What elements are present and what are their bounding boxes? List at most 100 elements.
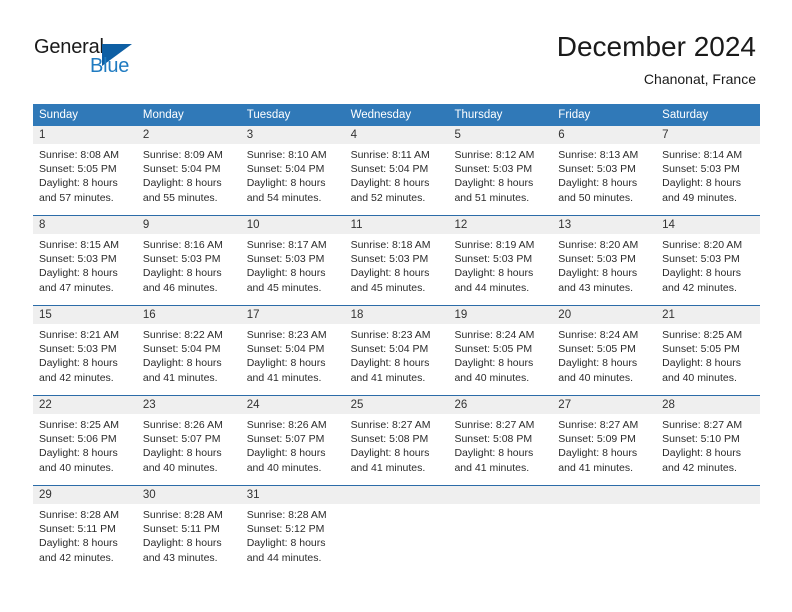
sunset-text: Sunset: 5:11 PM (142, 523, 220, 536)
sunrise-text: Sunrise: 8:19 AM (454, 239, 535, 251)
day-cell[interactable]: Sunrise: 8:23 AM Sunset: 5:04 PM Daylight:… (241, 324, 345, 395)
sunset-text: Sunset: 5:11 PM (39, 523, 116, 536)
day-number[interactable]: 12 (448, 216, 552, 234)
daylight-text-line2: and 57 minutes. (39, 191, 114, 204)
day-cell[interactable]: Sunrise: 8:28 AM Sunset: 5:11 PM Daylight:… (137, 504, 241, 575)
day-number[interactable]: 17 (241, 306, 345, 324)
daylight-text-line1: Daylight: 8 hours (39, 357, 118, 370)
day-number[interactable]: 14 (656, 216, 760, 234)
day-cell[interactable]: Sunrise: 8:20 AM Sunset: 5:03 PM Daylight:… (656, 234, 760, 305)
daylight-text-line2: and 41 minutes. (350, 461, 426, 474)
day-cell[interactable]: Sunrise: 8:18 AM Sunset: 5:03 PM Daylight:… (345, 234, 449, 305)
day-number[interactable]: 5 (448, 126, 552, 144)
day-number[interactable]: 20 (552, 306, 656, 324)
day-number[interactable]: 25 (345, 396, 449, 414)
daylight-text-line2: and 42 minutes. (39, 371, 114, 384)
day-number[interactable]: 18 (345, 306, 449, 324)
daylight-text-line2: and 41 minutes. (454, 461, 530, 474)
daylight-text-line1: Daylight: 8 hours (142, 537, 222, 550)
daylight-text-line2: and 40 minutes. (454, 371, 530, 384)
day-number[interactable]: 10 (241, 216, 345, 234)
day-number[interactable]: 15 (33, 306, 137, 324)
daylight-text-line2: and 40 minutes. (39, 461, 114, 474)
day-number[interactable]: 7 (656, 126, 760, 144)
day-cell[interactable]: Sunrise: 8:16 AM Sunset: 5:03 PM Daylight:… (137, 234, 241, 305)
day-cell[interactable]: Sunrise: 8:25 AM Sunset: 5:06 PM Daylight:… (33, 414, 137, 485)
day-cell[interactable]: Sunrise: 8:28 AM Sunset: 5:12 PM Daylight:… (241, 504, 345, 575)
sunset-text: Sunset: 5:08 PM (350, 433, 429, 446)
day-cell[interactable]: Sunrise: 8:26 AM Sunset: 5:07 PM Daylight:… (241, 414, 345, 485)
day-number[interactable]: 3 (241, 126, 345, 144)
day-number[interactable]: 6 (552, 126, 656, 144)
sunset-text: Sunset: 5:07 PM (246, 433, 325, 446)
sunrise-text: Sunrise: 8:23 AM (246, 329, 327, 341)
daylight-text-line2: and 46 minutes. (142, 281, 218, 294)
day-number[interactable]: 31 (241, 486, 345, 504)
daylight-text-line2: and 41 minutes. (142, 371, 218, 384)
week-detail-row: Sunrise: 8:28 AM Sunset: 5:11 PM Daylight:… (33, 504, 760, 575)
week-detail-row: Sunrise: 8:25 AM Sunset: 5:06 PM Daylight:… (33, 414, 760, 485)
daylight-text-line2: and 52 minutes. (350, 191, 426, 204)
day-cell[interactable]: Sunrise: 8:27 AM Sunset: 5:08 PM Daylight:… (345, 414, 449, 485)
day-cell[interactable]: Sunrise: 8:27 AM Sunset: 5:09 PM Daylight:… (552, 414, 656, 485)
day-number[interactable]: 8 (33, 216, 137, 234)
week-daynumber-row: 22 23 24 25 26 27 28 (33, 396, 760, 414)
day-cell[interactable]: Sunrise: 8:15 AM Sunset: 5:03 PM Daylight:… (33, 234, 137, 305)
day-cell[interactable]: Sunrise: 8:08 AM Sunset: 5:05 PM Daylight:… (33, 144, 137, 215)
day-cell[interactable]: Sunrise: 8:23 AM Sunset: 5:04 PM Daylight:… (345, 324, 449, 395)
day-cell[interactable]: Sunrise: 8:11 AM Sunset: 5:04 PM Daylight:… (345, 144, 449, 215)
sunset-text: Sunset: 5:03 PM (246, 253, 325, 266)
day-cell[interactable]: Sunrise: 8:26 AM Sunset: 5:07 PM Daylight:… (137, 414, 241, 485)
day-number[interactable]: 9 (137, 216, 241, 234)
day-cell[interactable]: Sunrise: 8:20 AM Sunset: 5:03 PM Daylight:… (552, 234, 656, 305)
day-number[interactable]: 26 (448, 396, 552, 414)
day-number[interactable]: 28 (656, 396, 760, 414)
general-blue-logo[interactable]: General Blue (34, 36, 194, 86)
day-number-empty (552, 486, 656, 504)
sunrise-text: Sunrise: 8:27 AM (662, 419, 743, 431)
sunset-text: Sunset: 5:04 PM (350, 163, 429, 176)
day-number[interactable]: 4 (345, 126, 449, 144)
day-number[interactable]: 29 (33, 486, 137, 504)
day-cell[interactable]: Sunrise: 8:25 AM Sunset: 5:05 PM Daylight:… (656, 324, 760, 395)
day-number[interactable]: 1 (33, 126, 137, 144)
day-number[interactable]: 22 (33, 396, 137, 414)
day-cell[interactable]: Sunrise: 8:12 AM Sunset: 5:03 PM Daylight:… (448, 144, 552, 215)
day-number[interactable]: 21 (656, 306, 760, 324)
day-number[interactable]: 11 (345, 216, 449, 234)
day-cell[interactable]: Sunrise: 8:27 AM Sunset: 5:08 PM Daylight:… (448, 414, 552, 485)
day-cell[interactable]: Sunrise: 8:10 AM Sunset: 5:04 PM Daylight:… (241, 144, 345, 215)
day-number[interactable]: 24 (241, 396, 345, 414)
week-detail-row: Sunrise: 8:15 AM Sunset: 5:03 PM Daylight:… (33, 234, 760, 305)
day-cell[interactable]: Sunrise: 8:17 AM Sunset: 5:03 PM Daylight:… (241, 234, 345, 305)
day-cell[interactable]: Sunrise: 8:13 AM Sunset: 5:03 PM Daylight:… (552, 144, 656, 215)
day-cell[interactable]: Sunrise: 8:27 AM Sunset: 5:10 PM Daylight:… (656, 414, 760, 485)
sunset-text: Sunset: 5:03 PM (558, 163, 636, 176)
day-cell[interactable]: Sunrise: 8:22 AM Sunset: 5:04 PM Daylight:… (137, 324, 241, 395)
day-number[interactable]: 16 (137, 306, 241, 324)
weekday-header-thursday: Thursday (454, 109, 503, 121)
day-cell[interactable]: Sunrise: 8:21 AM Sunset: 5:03 PM Daylight:… (33, 324, 137, 395)
day-cell[interactable]: Sunrise: 8:14 AM Sunset: 5:03 PM Daylight:… (656, 144, 760, 215)
daylight-text-line1: Daylight: 8 hours (350, 267, 430, 280)
day-number[interactable]: 19 (448, 306, 552, 324)
day-cell[interactable]: Sunrise: 8:19 AM Sunset: 5:03 PM Daylight:… (448, 234, 552, 305)
daylight-text-line1: Daylight: 8 hours (662, 267, 741, 280)
day-number-empty (448, 486, 552, 504)
sunrise-text: Sunrise: 8:12 AM (454, 149, 535, 161)
sunset-text: Sunset: 5:03 PM (350, 253, 429, 266)
day-number[interactable]: 23 (137, 396, 241, 414)
day-number[interactable]: 30 (137, 486, 241, 504)
sunset-text: Sunset: 5:12 PM (246, 523, 325, 536)
sunrise-text: Sunrise: 8:28 AM (39, 509, 119, 521)
week-daynumber-row: 15 16 17 18 19 20 21 (33, 306, 760, 324)
daylight-text-line1: Daylight: 8 hours (246, 177, 326, 190)
day-cell[interactable]: Sunrise: 8:09 AM Sunset: 5:04 PM Daylight:… (137, 144, 241, 215)
day-cell[interactable]: Sunrise: 8:24 AM Sunset: 5:05 PM Daylight:… (448, 324, 552, 395)
day-cell[interactable]: Sunrise: 8:28 AM Sunset: 5:11 PM Daylight:… (33, 504, 137, 575)
daylight-text-line1: Daylight: 8 hours (558, 177, 638, 190)
day-number[interactable]: 13 (552, 216, 656, 234)
day-number[interactable]: 2 (137, 126, 241, 144)
day-number[interactable]: 27 (552, 396, 656, 414)
day-cell[interactable]: Sunrise: 8:24 AM Sunset: 5:05 PM Daylight:… (552, 324, 656, 395)
